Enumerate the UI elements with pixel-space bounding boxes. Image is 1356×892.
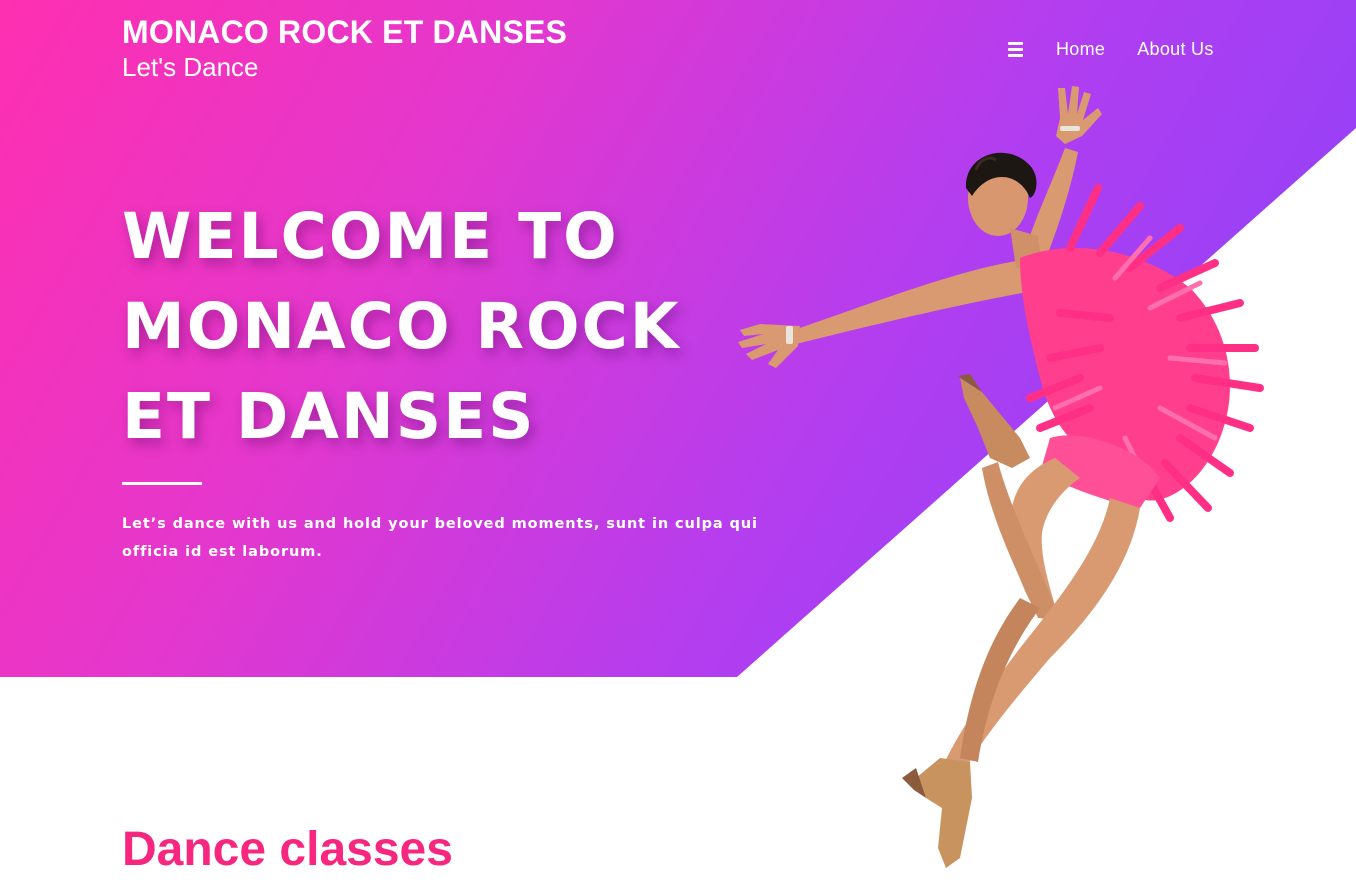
dancer-photo — [738, 86, 1264, 868]
nav-link-about-us[interactable]: About Us — [1137, 37, 1213, 61]
site-title: MONACO ROCK ET DANSES — [122, 14, 568, 50]
main-navigation: Home About Us — [1008, 37, 1214, 61]
site-tagline: Let's Dance — [122, 52, 259, 82]
dance-classes-heading: Dance classes — [122, 823, 453, 876]
hero-divider — [122, 482, 202, 485]
page: MONACO ROCK ET DANSES Let's Dance Home A… — [0, 0, 1356, 892]
brand-logo-link[interactable]: MONACO ROCK ET DANSES Let's Dance — [122, 14, 567, 84]
nav-link-home[interactable]: Home — [1056, 37, 1105, 61]
hero-heading: WELCOME TO MONACO ROCK ET DANSES — [122, 200, 681, 453]
hamburger-menu-icon[interactable] — [1008, 37, 1024, 61]
hero-description: Let’s dance with us and hold your belove… — [122, 516, 758, 560]
